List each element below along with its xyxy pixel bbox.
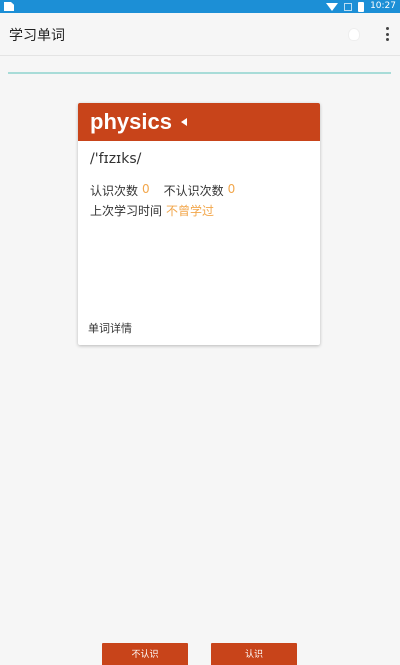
known-count-label: 认识次数: [90, 184, 139, 198]
last-study-stat: 上次学习时间 不曾学过: [90, 202, 224, 219]
last-study-value: 不曾学过: [166, 204, 215, 218]
card-header: physics: [78, 103, 320, 141]
status-time: 10:27: [370, 1, 396, 11]
know-button[interactable]: 认识: [211, 643, 297, 665]
count-stats: 认识次数 0 不认识次数 0: [90, 182, 245, 199]
word-details-link[interactable]: 单词详情: [88, 320, 132, 336]
status-icons: 10:27: [326, 0, 396, 13]
unknown-count-label: 不认识次数: [163, 184, 224, 198]
wifi-icon: [326, 2, 339, 11]
study-progress-bar: [8, 72, 391, 74]
last-study-label: 上次学习时间: [90, 204, 163, 218]
dont-know-button[interactable]: 不认识: [102, 643, 188, 665]
pronounce-icon[interactable]: [180, 118, 187, 126]
status-bar: 10:27: [0, 0, 400, 13]
battery-icon: [358, 1, 365, 12]
lightbulb-icon[interactable]: [349, 29, 359, 40]
word-card: physics /'fɪzɪks/ 认识次数 0 不认识次数 0 上次学习时间 …: [78, 103, 320, 345]
known-count-value: 0: [142, 182, 150, 196]
word-text: physics: [90, 109, 172, 134]
unknown-count-value: 0: [227, 182, 236, 196]
notification-icon: [4, 2, 14, 11]
app-bar: 学习单词: [0, 13, 400, 56]
phonetic-text: /'fɪzɪks/: [90, 151, 142, 167]
signal-icon: [344, 2, 353, 11]
more-options-icon[interactable]: [385, 27, 389, 41]
page-title: 学习单词: [9, 28, 65, 44]
